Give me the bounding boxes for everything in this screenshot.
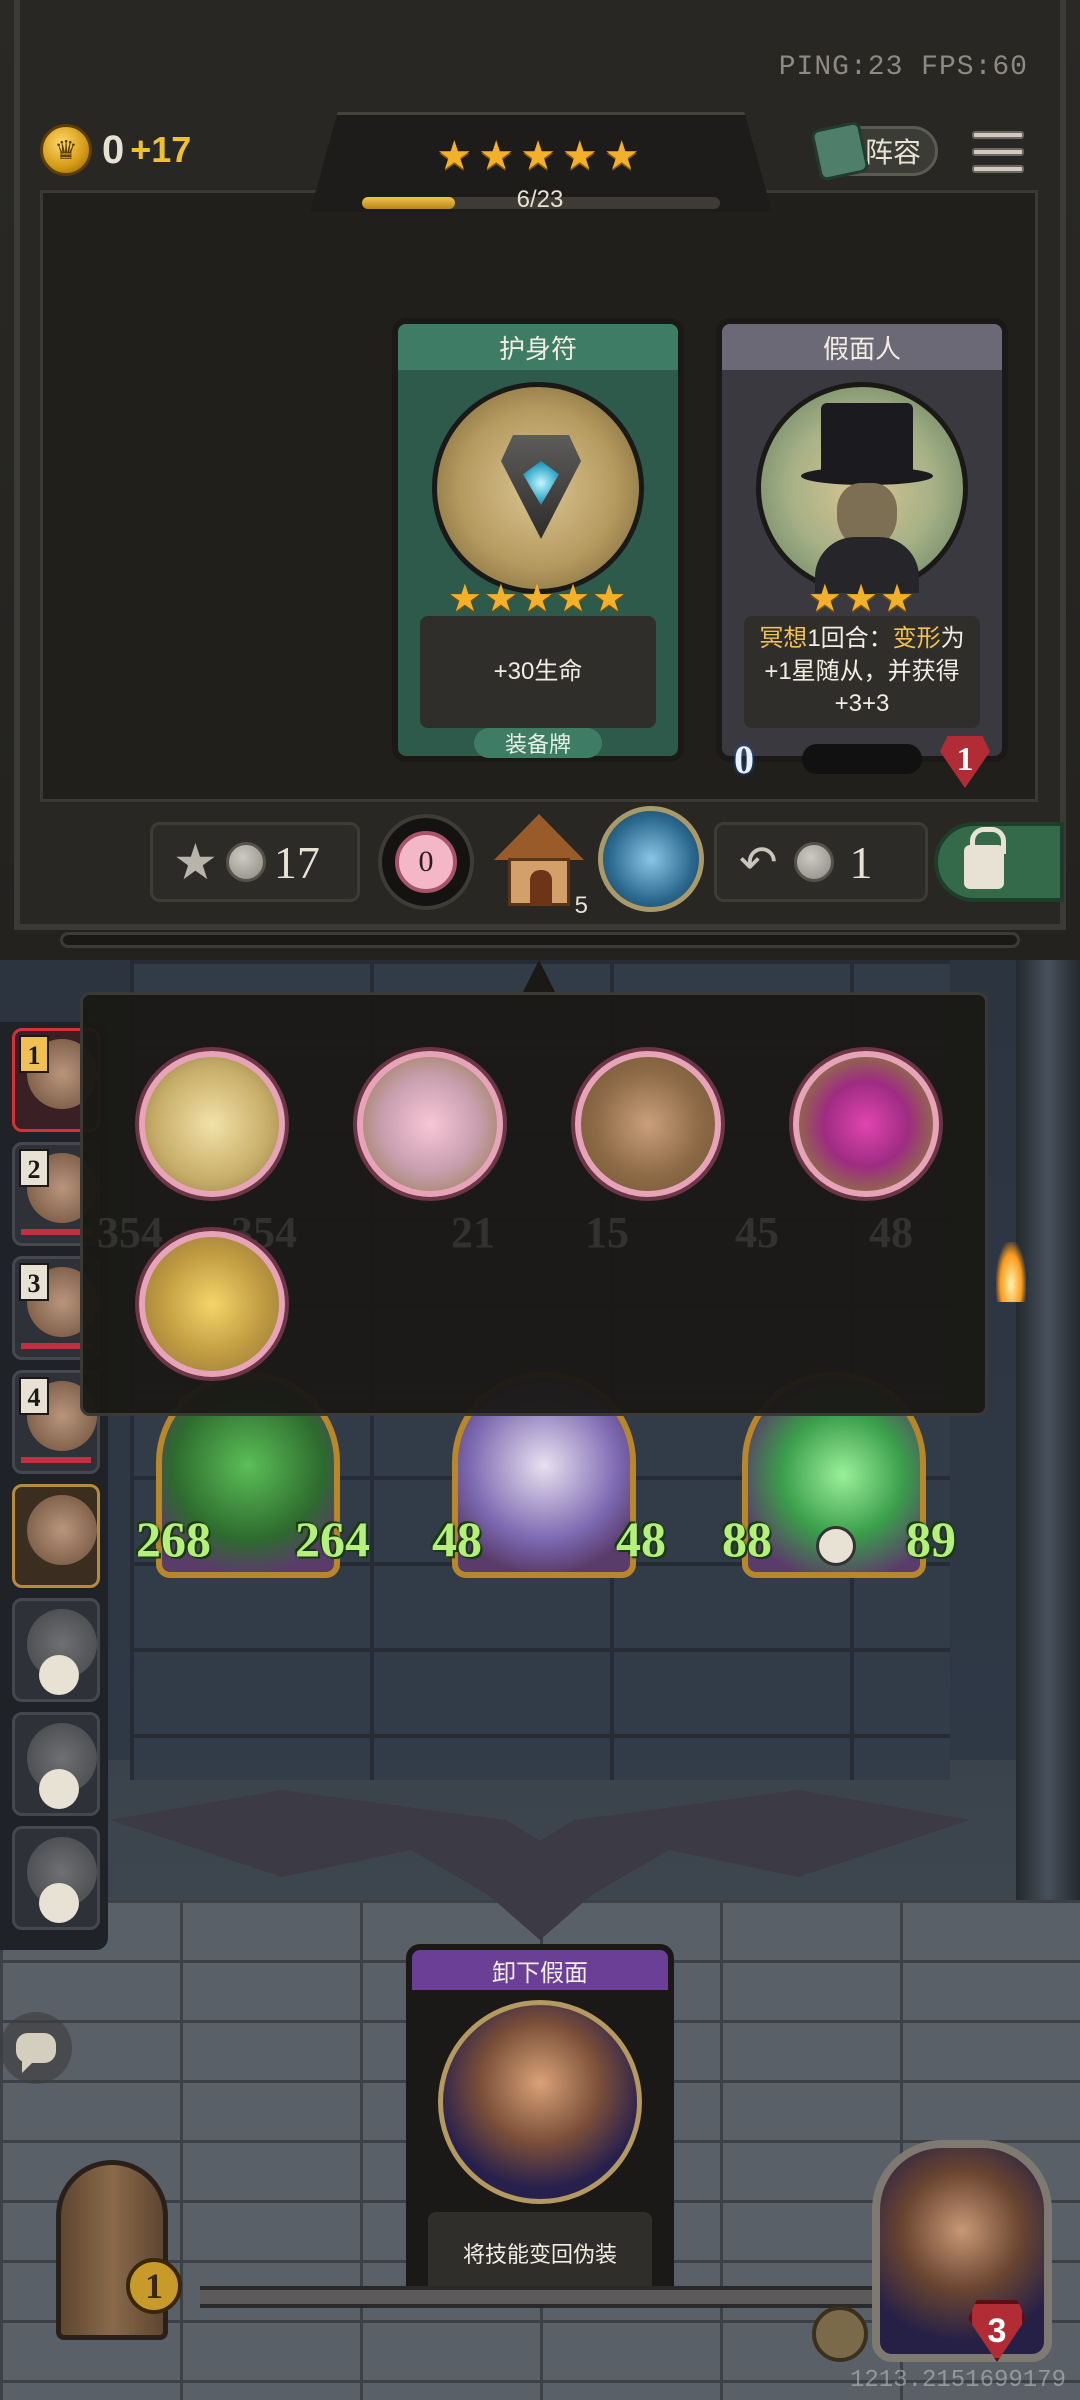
flower-button[interactable]: 0 <box>378 814 474 910</box>
flower-count: 0 <box>418 845 434 878</box>
dragon-egg-icon[interactable] <box>575 1051 721 1197</box>
ghost-stat: 15 <box>585 1208 629 1257</box>
golden-nuts-icon[interactable] <box>139 1231 285 1377</box>
avatar <box>27 1495 97 1565</box>
minion-health: 264 <box>295 1511 370 1567</box>
card-attack: 0 <box>734 737 754 782</box>
stone-pillar <box>1016 960 1080 1920</box>
minion-attack: 268 <box>136 1511 211 1567</box>
torch-flame-icon <box>996 1242 1026 1302</box>
panel-divider <box>60 932 1020 948</box>
card-stars: ★★★★★ <box>447 578 629 620</box>
gumball-machine-icon[interactable] <box>357 1051 503 1197</box>
keyword-meditate: 冥想 <box>759 625 808 653</box>
ghost-stat: 45 <box>735 1208 779 1257</box>
discover-popup: 354 354 21 15 45 48 <box>80 992 988 1416</box>
menu-icon-bar <box>972 130 1024 139</box>
hero-power-button[interactable] <box>598 806 704 912</box>
card-title: 护身符 <box>398 324 678 370</box>
ghost-stat: 21 <box>451 1208 495 1257</box>
minion-health: 89 <box>906 1511 956 1567</box>
tavern-tier-stars: ★★★★★ <box>436 134 646 178</box>
shop-action-bar: ★ 17 0 5 ↶ 1 <box>150 806 1064 919</box>
hero-portrait[interactable] <box>872 2140 1052 2362</box>
coin-icon <box>793 842 834 882</box>
keyword-transform: 变形 <box>892 625 941 653</box>
stat-bar <box>802 744 922 774</box>
ping-fps-readout: PING:23 FPS:60 <box>778 52 1028 83</box>
menu-icon-bar <box>972 165 1024 174</box>
shop-card-amulet[interactable]: 护身符 ★★★★★ +30生命 装备牌 <box>392 318 684 762</box>
chat-button[interactable] <box>0 2012 72 2084</box>
card-art <box>756 382 968 594</box>
top-hat-icon <box>821 403 913 473</box>
rank-badge: 1 <box>19 1035 49 1073</box>
desc-text-line-2: +1星随从，并获得+3+3 <box>764 657 960 718</box>
rank-badge: 2 <box>19 1149 49 1187</box>
chat-icon <box>16 2033 56 2063</box>
skull-icon <box>39 1883 79 1923</box>
game-screen: PING:23 FPS:60 ♛ 0 +17 ★★★★★ 6/23 阵容 护身符… <box>0 0 1080 2400</box>
skull-icon <box>39 1655 79 1695</box>
gold-amount: 0 <box>102 127 125 172</box>
refresh-cost: 1 <box>849 836 873 888</box>
desc-text: 1回合： <box>807 625 893 653</box>
star-upgrade-icon: ★ <box>173 834 218 890</box>
lock-icon <box>964 827 1006 889</box>
menu-icon-bar <box>972 147 1024 156</box>
gold-display: ♛ 0 +17 <box>40 124 191 176</box>
armor-icon <box>812 2306 868 2362</box>
tavern-badge: 1 <box>126 2258 182 2314</box>
house-count: 5 <box>574 892 588 919</box>
hand-card-art <box>438 2000 642 2204</box>
freeze-shop-button[interactable] <box>934 822 1064 902</box>
card-stars: ★★★ <box>807 578 917 620</box>
ghost-stat: 48 <box>869 1208 913 1257</box>
minion-attack: 48 <box>432 1511 482 1567</box>
candy-icon[interactable] <box>139 1051 285 1197</box>
player-slot-eliminated[interactable] <box>12 1826 100 1930</box>
gold-coin-icon: ♛ <box>40 124 92 176</box>
card-title: 假面人 <box>722 324 1002 370</box>
tavern-tier-progress-text: 6/23 <box>516 186 564 213</box>
coin-icon <box>225 842 266 882</box>
card-art <box>432 382 644 594</box>
lineup-book-icon <box>810 120 870 182</box>
hand-card[interactable]: 卸下假面 将技能变回伪装 <box>406 1944 674 2304</box>
lineup-label: 阵容 <box>864 137 921 168</box>
health-bar <box>21 1457 91 1463</box>
hand-card-title: 卸下假面 <box>412 1950 668 1990</box>
card-description: 冥想1回合：变形为 +1星随从，并获得+3+3 <box>744 616 980 728</box>
gold-income: +17 <box>130 129 192 170</box>
minion-health: 48 <box>616 1511 666 1567</box>
rank-badge: 3 <box>19 1263 49 1301</box>
card-type-label: 装备牌 <box>474 728 602 758</box>
seed-readout: 1213.2151699179 <box>849 2367 1066 2394</box>
house-button[interactable]: 5 <box>494 814 588 919</box>
ghost-stat: 354 <box>97 1208 163 1257</box>
minion-attack: 88 <box>722 1511 772 1567</box>
skull-icon <box>816 1526 856 1566</box>
track-rail <box>200 2286 880 2308</box>
tavern-button[interactable]: 1 <box>20 2160 216 2360</box>
hand-card-description: 将技能变回伪装 <box>428 2212 652 2294</box>
flower-icon: 0 <box>395 831 457 893</box>
lineup-button[interactable]: 阵容 <box>810 120 938 182</box>
refresh-icon: ↶ <box>739 836 778 888</box>
upgrade-cost: 17 <box>273 836 320 888</box>
splash-icon[interactable] <box>793 1051 939 1197</box>
card-description: +30生命 <box>420 616 656 728</box>
desc-text: 为 <box>940 625 965 653</box>
player-slot-eliminated[interactable] <box>12 1598 100 1702</box>
shop-card-masked-man[interactable]: 假面人 ★★★ 冥想1回合：变形为 +1星随从，并获得+3+3 0 1 <box>716 318 1008 788</box>
rank-badge: 4 <box>19 1377 49 1415</box>
menu-button[interactable] <box>972 126 1024 178</box>
refresh-shop-button[interactable]: ↶ 1 <box>714 822 928 902</box>
upgrade-tavern-button[interactable]: ★ 17 <box>150 822 360 902</box>
player-slot-eliminated[interactable] <box>12 1712 100 1816</box>
house-icon <box>494 814 584 860</box>
skull-icon <box>39 1769 79 1809</box>
player-slot-self[interactable] <box>12 1484 100 1588</box>
house-door <box>530 870 552 906</box>
